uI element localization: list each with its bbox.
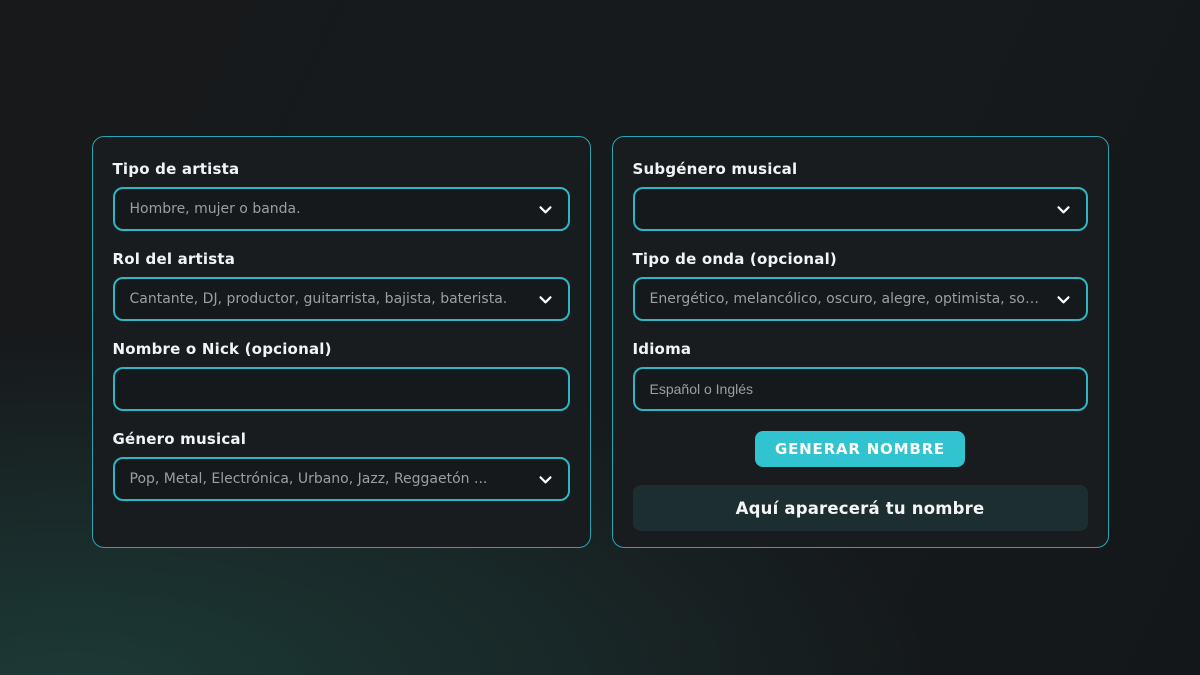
genre-select-value: Pop, Metal, Electrónica, Urbano, Jazz, R… xyxy=(130,471,488,487)
generated-name-output: Aquí aparecerá tu nombre xyxy=(633,485,1088,531)
subgenre-label: Subgénero musical xyxy=(633,160,1088,178)
artist-type-label: Tipo de artista xyxy=(113,160,570,178)
right-panel: Subgénero musical Tipo de onda (opcional… xyxy=(612,136,1109,548)
nickname-label: Nombre o Nick (opcional) xyxy=(113,340,570,358)
vibe-label: Tipo de onda (opcional) xyxy=(633,250,1088,268)
generate-name-button[interactable]: GENERAR NOMBRE xyxy=(755,431,965,467)
language-input[interactable] xyxy=(633,367,1088,411)
chevron-down-icon xyxy=(537,471,554,488)
artist-role-select[interactable]: Cantante, DJ, productor, guitarrista, ba… xyxy=(113,277,570,321)
nickname-input[interactable] xyxy=(113,367,570,411)
artist-role-select-value: Cantante, DJ, productor, guitarrista, ba… xyxy=(130,291,508,307)
chevron-down-icon xyxy=(537,291,554,308)
artist-role-label: Rol del artista xyxy=(113,250,570,268)
vibe-select[interactable]: Energético, melancólico, oscuro, alegre,… xyxy=(633,277,1088,321)
generated-name-placeholder-text: Aquí aparecerá tu nombre xyxy=(736,499,985,518)
chevron-down-icon xyxy=(1055,201,1072,218)
chevron-down-icon xyxy=(537,201,554,218)
vibe-select-value: Energético, melancólico, oscuro, alegre,… xyxy=(650,291,1047,307)
chevron-down-icon xyxy=(1055,291,1072,308)
genre-select[interactable]: Pop, Metal, Electrónica, Urbano, Jazz, R… xyxy=(113,457,570,501)
artist-type-select-value: Hombre, mujer o banda. xyxy=(130,201,301,217)
name-generator-form: Tipo de artista Hombre, mujer o banda. R… xyxy=(0,0,1200,548)
left-panel: Tipo de artista Hombre, mujer o banda. R… xyxy=(92,136,591,548)
subgenre-select[interactable] xyxy=(633,187,1088,231)
artist-type-select[interactable]: Hombre, mujer o banda. xyxy=(113,187,570,231)
language-label: Idioma xyxy=(633,340,1088,358)
genre-label: Género musical xyxy=(113,430,570,448)
